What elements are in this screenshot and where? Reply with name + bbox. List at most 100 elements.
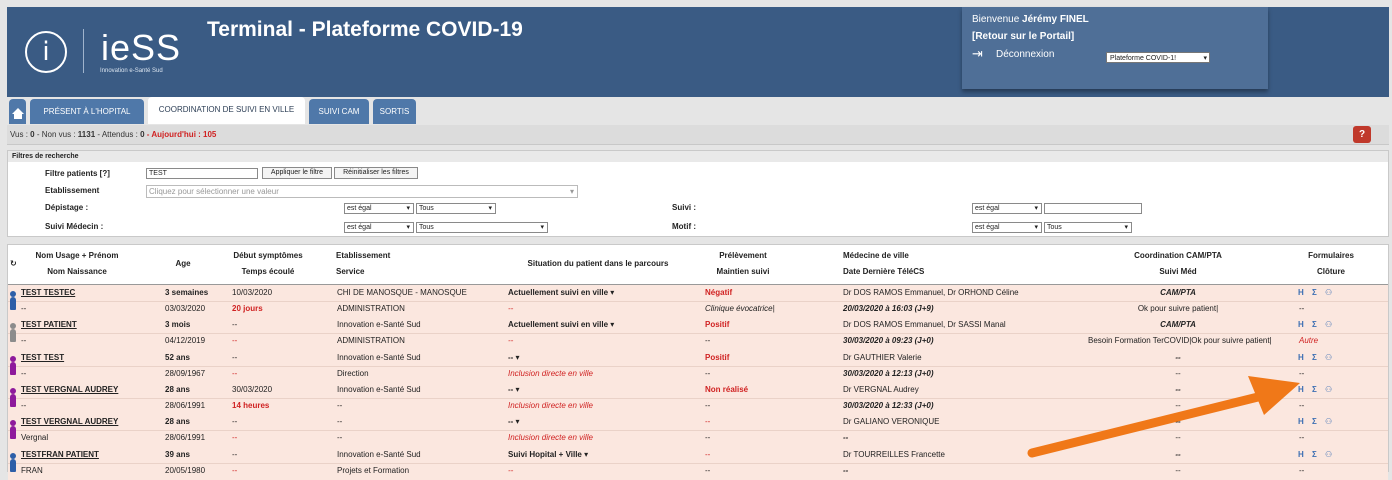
header-prelevement[interactable]: Prélèvement (708, 251, 778, 260)
depistage-operator[interactable]: est égal ▾ (344, 203, 414, 214)
debut-symptomes: -- (232, 352, 238, 362)
patient-name-link[interactable]: TESTFRAN PATIENT (21, 450, 99, 459)
temps-ecoule: 14 heures (232, 400, 270, 410)
header-maintien[interactable]: Maintien suivi (708, 267, 778, 276)
header-age[interactable]: Age (158, 259, 208, 268)
situation-select[interactable]: -- ▾ (508, 385, 520, 394)
service: ADMINISTRATION (337, 304, 405, 313)
cloture: -- (1299, 304, 1305, 313)
suivi-value-input[interactable] (1044, 203, 1142, 214)
header-temps[interactable]: Temps écoulé (218, 267, 318, 276)
patient-name-link[interactable]: TEST VERGNAL AUDREY (21, 385, 118, 394)
header-service[interactable]: Service (336, 267, 416, 276)
service: -- (337, 433, 343, 443)
header-suivi-med[interactable]: Suivi Méd (1088, 267, 1268, 276)
patient-name-link[interactable]: TEST TESTEC (21, 288, 75, 297)
form-icons[interactable]: H Σ ⚇ (1298, 288, 1335, 297)
table-row[interactable]: TEST TESTEC -- 3 semaines 03/03/2020 10/… (8, 285, 1388, 318)
suivi-medecin-operator[interactable]: est égal ▾ (344, 222, 414, 233)
situation-select[interactable]: Actuellement suivi en ville ▾ (508, 288, 614, 297)
logo-divider (83, 29, 84, 73)
portal-link[interactable]: [Retour sur le Portail] (972, 31, 1074, 42)
header-birth-name[interactable]: Nom Naissance (22, 267, 132, 276)
service: Direction (337, 368, 369, 378)
patients-filter-label: Filtre patients [?] (45, 169, 110, 178)
home-icon-base (14, 114, 22, 119)
debut-symptomes: -- (232, 320, 238, 330)
header-coordination[interactable]: Coordination CAM/PTA (1088, 251, 1268, 260)
form-icons[interactable]: H Σ ⚇ (1298, 353, 1335, 362)
person-icon (10, 291, 16, 311)
medecin-ville: Dr TOURREILLES Francette (843, 449, 945, 459)
apply-filter-button[interactable]: Appliquer le filtre (262, 167, 332, 179)
form-icons[interactable]: H Σ ⚇ (1298, 450, 1335, 459)
date-telecs: 30/03/2020 à 12:33 (J+0) (843, 400, 934, 410)
header-etab[interactable]: Etablissement (336, 251, 416, 260)
platform-select[interactable]: Plateforme COVID-1! ▾ (1106, 52, 1210, 63)
logout-icon[interactable]: ⇥ (972, 46, 983, 62)
situation-select[interactable]: Suivi Hopital + Ville ▾ (508, 450, 588, 459)
refresh-icon[interactable]: ↻ (10, 259, 17, 268)
medecin-ville: Dr GALIANO VERONIQUE (843, 417, 940, 427)
tab-suivi-cam[interactable]: SUIVI CAM (309, 99, 369, 124)
header-cloture[interactable]: Clôture (1291, 267, 1371, 276)
patient-name-link[interactable]: TEST TEST (21, 353, 64, 362)
help-icon[interactable]: ? (1353, 126, 1371, 143)
patients-filter-input[interactable]: TEST (146, 168, 258, 179)
header-telecs[interactable]: Date Dernière TéléCS (843, 267, 983, 276)
table-row[interactable]: TEST TEST -- 52 ans 28/09/1967 -- -- Inn… (8, 349, 1388, 383)
depistage-value[interactable]: Tous ▾ (416, 203, 496, 214)
etablissement: Innovation e-Santé Sud (337, 320, 421, 330)
situation-select[interactable]: Actuellement suivi en ville ▾ (508, 320, 614, 329)
attendus-label: - Attendus : (97, 130, 138, 139)
tab-present-hopital[interactable]: PRÉSENT À L'HOPITAL (30, 99, 144, 124)
form-icons[interactable]: H Σ ⚇ (1298, 385, 1335, 394)
cloture: -- (1299, 368, 1305, 378)
tab-coordination-ville[interactable]: COORDINATION DE SUIVI EN VILLE (148, 97, 305, 124)
estab-select[interactable]: Cliquez pour sélectionner une valeur ▾ (146, 185, 578, 198)
maintien-suivi: -- (705, 465, 711, 475)
patient-name-link[interactable]: TEST VERGNAL AUDREY (21, 417, 118, 426)
birth-name: -- (21, 400, 27, 410)
depistage-label: Dépistage : (45, 203, 89, 212)
temps-ecoule: -- (232, 368, 238, 378)
prelevement: Positif (705, 320, 730, 330)
table-row[interactable]: TEST PATIENT -- 3 mois 04/12/2019 -- -- … (8, 317, 1388, 351)
suivi-medecin-operator-value: est égal (347, 224, 372, 231)
motif-operator[interactable]: est égal ▾ (972, 222, 1042, 233)
header-name[interactable]: Nom Usage + Prénom (22, 251, 132, 260)
patient-name-link[interactable]: TEST PATIENT (21, 320, 77, 329)
debut-symptomes: 30/03/2020 (232, 384, 273, 394)
coordination-cam: CAM/PTA (1160, 320, 1196, 330)
form-icons[interactable]: H Σ ⚇ (1298, 417, 1335, 426)
age: 52 ans (165, 352, 190, 362)
maintien-suivi: -- (705, 368, 711, 378)
today-count: - Aujourd'hui : 105 (146, 130, 217, 139)
person-icon-body (10, 426, 16, 440)
situation-select[interactable]: -- ▾ (508, 417, 520, 426)
table-row[interactable]: TEST VERGNAL AUDREY -- 28 ans 28/06/1991… (8, 381, 1388, 415)
motif-value-text: Tous (1047, 224, 1062, 231)
situation-select[interactable]: -- ▾ (508, 353, 520, 362)
tab-home[interactable] (9, 99, 26, 124)
maintien-suivi: -- (705, 400, 711, 410)
logo-subtitle: Innovation e-Santé Sud (100, 68, 163, 74)
table-row[interactable]: TESTFRAN PATIENT FRAN 39 ans 20/05/1980 … (8, 446, 1388, 480)
person-icon (10, 323, 16, 343)
header-formulaires[interactable]: Formulaires (1291, 251, 1371, 260)
tab-sortis[interactable]: SORTIS (373, 99, 416, 124)
date-telecs: 30/03/2020 à 09:23 (J+0) (843, 336, 934, 346)
suivi-med: -- (1175, 368, 1181, 378)
header-debut[interactable]: Début symptômes (218, 251, 318, 260)
header-situation[interactable]: Situation du patient dans le parcours (508, 259, 688, 268)
coordination-cam: -- (1175, 352, 1181, 362)
logout-link[interactable]: Déconnexion (996, 49, 1054, 60)
suivi-medecin-value[interactable]: Tous ▾ (416, 222, 548, 233)
chevron-down-icon: ▾ (1034, 205, 1038, 212)
motif-value[interactable]: Tous ▾ (1044, 222, 1132, 233)
header-medecin[interactable]: Médecine de ville (843, 251, 983, 260)
table-row[interactable]: TEST VERGNAL AUDREY Vergnal 28 ans 28/06… (8, 414, 1388, 448)
suivi-operator[interactable]: est égal ▾ (972, 203, 1042, 214)
form-icons[interactable]: H Σ ⚇ (1298, 320, 1335, 329)
reset-filters-button[interactable]: Réinitialiser les filtres (334, 167, 418, 179)
